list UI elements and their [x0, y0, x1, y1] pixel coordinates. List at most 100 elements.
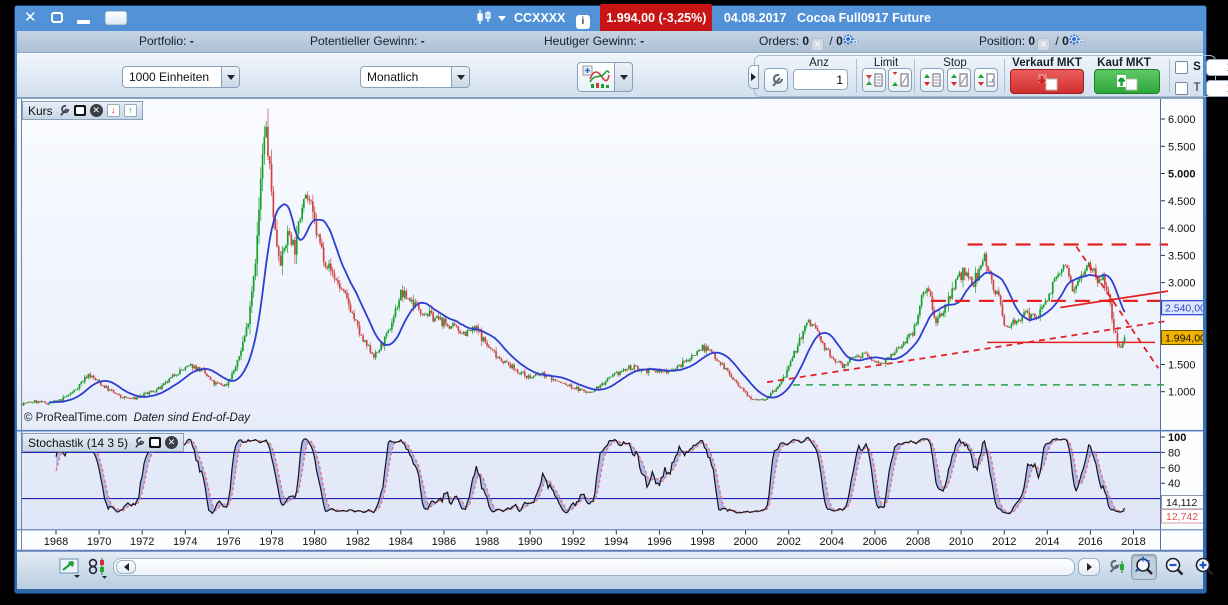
maximize-window-icon[interactable] [51, 12, 63, 23]
svg-text:100: 100 [1168, 432, 1186, 444]
zoom-selection-icon [1133, 556, 1155, 578]
close-window-icon[interactable]: ✕ [24, 10, 37, 25]
stop-loss-checkbox[interactable] [1175, 61, 1188, 74]
account-info-bar: Portfolio: - Potentieller Gewinn: - Heut… [17, 31, 1203, 53]
zoom-out-button[interactable] [1161, 554, 1187, 580]
axis-settings-button[interactable] [1105, 555, 1129, 581]
buy-market-label: Kauf MKT [1097, 57, 1151, 69]
stoch-close-icon[interactable]: ✕ [165, 436, 178, 449]
svg-text:2014: 2014 [1035, 536, 1059, 548]
window-controls: ✕ [24, 9, 137, 29]
price-panel-tab[interactable]: Kurs ✕ ↓ ↑ [22, 101, 143, 120]
timeframe-select-arrow-icon[interactable] [451, 67, 469, 87]
svg-text:1972: 1972 [130, 536, 154, 548]
titlebar: CCXXXX i 1.994,00 (-3,25%) 04.08.2017 Co… [476, 4, 931, 33]
price-panel-title: Kurs [28, 104, 53, 118]
zoom-in-button[interactable] [1191, 554, 1217, 580]
stoch-settings-wrench-icon[interactable] [132, 436, 145, 449]
last-price-badge: 1.994,00 (-3,25%) [600, 4, 712, 33]
limit-buy-order-button[interactable] [888, 68, 912, 92]
scroll-right-icon[interactable] [1078, 558, 1100, 576]
stochastic-layer [22, 438, 1160, 514]
portfolio-stat: Portfolio: - [139, 34, 194, 48]
units-select[interactable]: 1000 Einheiten [122, 66, 240, 88]
candles-layer [21, 109, 1125, 407]
drawing-tools-button[interactable] [58, 556, 84, 580]
stop-trailing-order-button[interactable] [974, 68, 998, 92]
units-select-arrow-icon[interactable] [221, 67, 239, 87]
svg-text:1984: 1984 [389, 536, 413, 548]
qty-input[interactable] [793, 69, 848, 90]
position-settings-gear-icon[interactable] [1069, 34, 1085, 47]
zoom-in-icon [1193, 556, 1215, 578]
svg-text:14,112: 14,112 [1166, 497, 1197, 509]
timeframe-select[interactable]: Monatlich [360, 66, 470, 88]
svg-text:1974: 1974 [173, 536, 197, 548]
info-icon[interactable]: i [576, 15, 590, 29]
sell-market-button[interactable] [1010, 69, 1084, 94]
take-profit-input[interactable] [1206, 80, 1228, 97]
price-buy-shortcut-icon[interactable]: ↑ [124, 104, 137, 117]
quote-date: 04.08.2017 [724, 11, 787, 25]
buy-market-button[interactable] [1094, 69, 1160, 94]
trading-panel-collapse-handle[interactable] [748, 65, 759, 89]
close-position-icon[interactable]: ✕ [1037, 38, 1050, 51]
stop-buy-order-button[interactable] [947, 68, 971, 92]
order-settings-button[interactable] [764, 68, 788, 92]
qty-label: Anz [809, 57, 829, 69]
take-profit-checkbox[interactable] [1175, 82, 1188, 95]
potential-gain-stat: Potentieller Gewinn: - [310, 34, 425, 48]
buy-arrow-icon [1114, 73, 1140, 91]
last-price-box: 1.994,00 [1162, 331, 1204, 345]
svg-text:1.500: 1.500 [1168, 360, 1196, 372]
svg-text:2006: 2006 [863, 536, 887, 548]
stop-sell-order-button[interactable] [920, 68, 944, 92]
svg-text:80: 80 [1168, 447, 1180, 459]
svg-text:1982: 1982 [345, 536, 369, 548]
svg-text:3.500: 3.500 [1168, 250, 1196, 262]
price-maximize-icon[interactable] [74, 105, 86, 116]
stoch-panel-tab[interactable]: Stochastik (14 3 5) ✕ [22, 433, 184, 452]
symbol-name[interactable]: CCXXXX [514, 11, 565, 25]
orders-settings-gear-icon[interactable] [843, 34, 859, 47]
price-close-icon[interactable]: ✕ [90, 104, 103, 117]
minimize-window-icon[interactable] [77, 20, 90, 24]
limit-sell-order-button[interactable] [862, 68, 886, 92]
svg-text:1980: 1980 [302, 536, 326, 548]
price-chart-canvas[interactable]: 6.0005.5005.0004.5004.0003.5003.0001.500… [17, 98, 1203, 551]
svg-text:1.000: 1.000 [1168, 387, 1196, 399]
stop-loss-input[interactable] [1206, 59, 1228, 76]
alert-price-box: 2.540,00 [1162, 301, 1204, 315]
keyboard-icon[interactable] [105, 11, 127, 25]
stop-loss-label: S [1193, 61, 1201, 73]
chart-region: 6.0005.5005.0004.5004.0003.5003.0001.500… [17, 98, 1203, 551]
stoch-d-value-box: 12,742 [1162, 510, 1204, 524]
svg-text:60: 60 [1168, 463, 1180, 475]
chart-type-button[interactable] [577, 62, 615, 92]
svg-text:1994: 1994 [604, 536, 628, 548]
price-sell-shortcut-icon[interactable]: ↓ [107, 104, 120, 117]
position-stat: Position: 0✕ / 0 [979, 34, 1085, 51]
draw-arrow-icon [59, 557, 83, 579]
sell-market-label: Verkauf MKT [1012, 57, 1082, 69]
svg-text:2002: 2002 [776, 536, 800, 548]
svg-text:12,742: 12,742 [1166, 511, 1198, 523]
svg-text:2010: 2010 [949, 536, 973, 548]
scroll-left-icon[interactable] [116, 560, 136, 574]
zoom-selection-button[interactable] [1131, 554, 1157, 580]
symbol-dropdown-icon[interactable] [498, 16, 506, 21]
svg-text:1968: 1968 [44, 536, 68, 548]
stoch-panel-title: Stochastik (14 3 5) [28, 436, 128, 450]
svg-text:4.500: 4.500 [1168, 196, 1196, 208]
chart-type-dropdown-icon[interactable] [615, 62, 633, 92]
instrument-name: Cocoa Full0917 Future [797, 11, 931, 25]
cancel-orders-icon[interactable]: ✕ [811, 38, 824, 51]
chart-h-scrollbar[interactable] [113, 558, 1075, 576]
link-objects-button[interactable] [87, 556, 109, 580]
axis-wrench-icon [1107, 557, 1127, 579]
stoch-k-value-box: 14,112 [1162, 496, 1204, 510]
svg-text:3.000: 3.000 [1168, 278, 1196, 290]
price-settings-wrench-icon[interactable] [57, 104, 70, 117]
svg-text:40: 40 [1168, 478, 1180, 490]
stoch-maximize-icon[interactable] [149, 437, 161, 448]
